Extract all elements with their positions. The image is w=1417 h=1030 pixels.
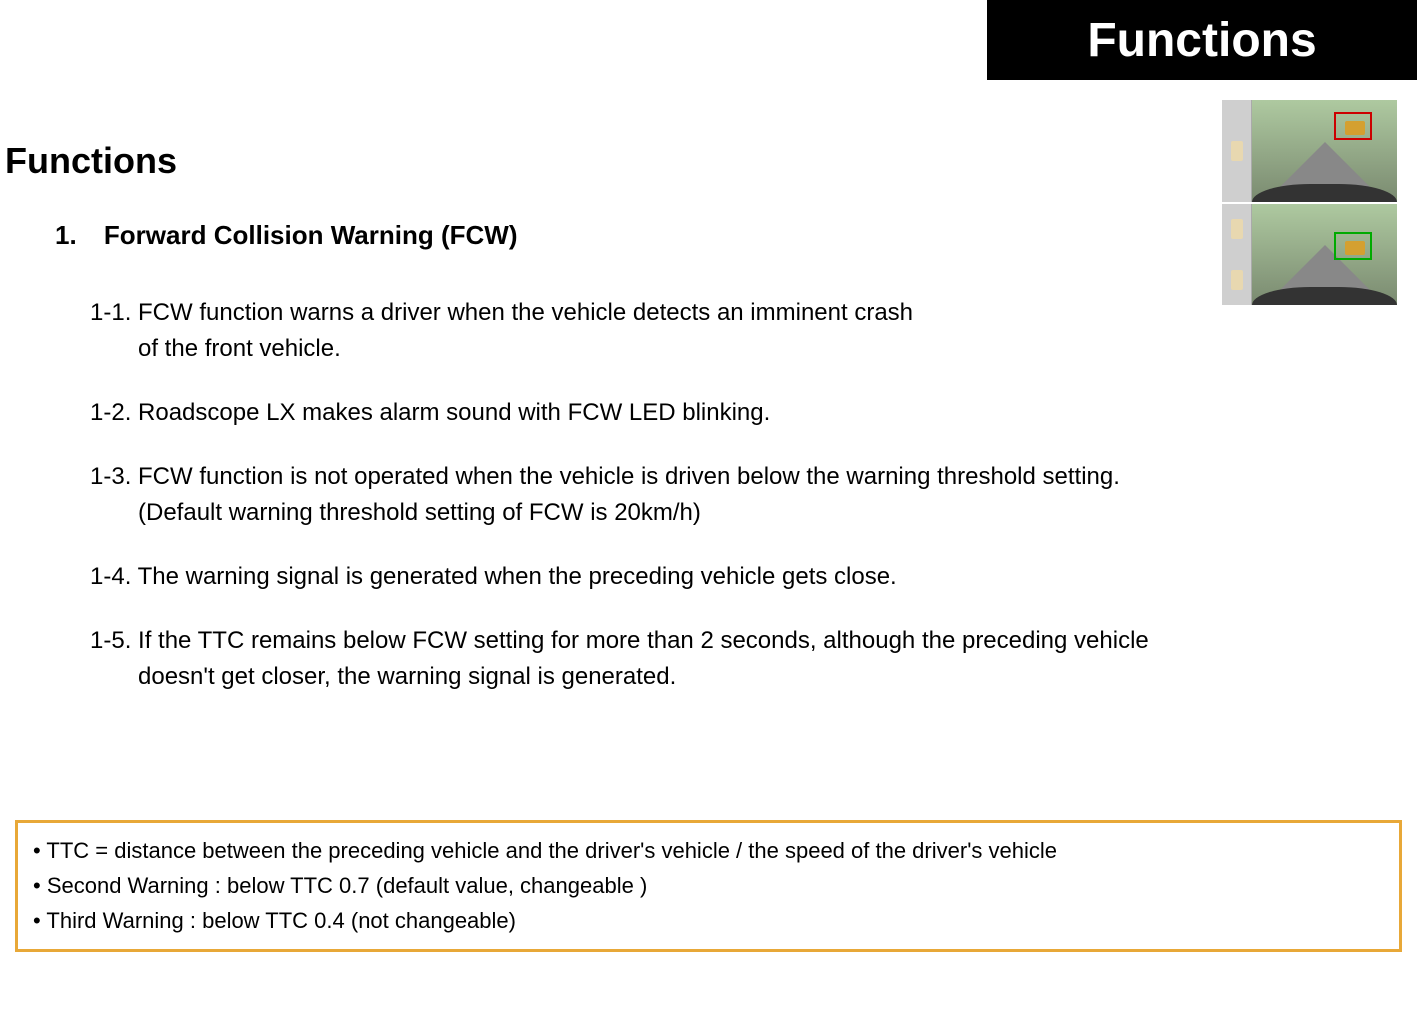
vehicle-icon [1345,241,1365,255]
fcw-scene-danger [1222,100,1397,202]
item-1-3: 1-3. FCW function is not operated when t… [90,459,1397,531]
header-banner: Functions [987,0,1417,80]
lane-car-icon [1231,270,1243,290]
fcw-illustration [1222,100,1397,305]
lane-car-icon [1231,141,1243,161]
lane-overhead [1222,100,1252,202]
header-banner-text: Functions [1087,13,1316,68]
item-1-4: 1-4. The warning signal is generated whe… [90,559,1397,595]
item-1-1-cont: of the front vehicle. [90,331,1397,367]
vehicle-icon [1345,121,1365,135]
info-line-ttc: • TTC = distance between the preceding v… [33,833,1384,868]
item-1-3-cont: (Default warning threshold setting of FC… [90,495,1397,531]
detection-box-red-icon [1334,112,1372,140]
item-1-1: 1-1. FCW function warns a driver when th… [90,295,1397,367]
detection-box-green-icon [1334,232,1372,260]
section-title: Functions [5,140,177,182]
subsection-text: Forward Collision Warning (FCW) [104,220,518,250]
item-1-5-cont: doesn't get closer, the warning signal i… [90,659,1397,695]
info-line-third-warning: • Third Warning : below TTC 0.4 (not cha… [33,903,1384,938]
ttc-info-box: • TTC = distance between the preceding v… [15,820,1402,952]
subsection-number: 1. [55,220,77,251]
lane-car-icon [1231,219,1243,239]
forward-view [1252,100,1397,202]
content-area: 1-1. FCW function warns a driver when th… [90,295,1397,723]
info-line-second-warning: • Second Warning : below TTC 0.7 (defaul… [33,868,1384,903]
lane-overhead [1222,204,1252,306]
item-1-3-text: 1-3. FCW function is not operated when t… [90,459,1397,495]
item-1-2: 1-2. Roadscope LX makes alarm sound with… [90,395,1397,431]
item-1-1-text: 1-1. FCW function warns a driver when th… [90,295,1397,331]
item-1-5: 1-5. If the TTC remains below FCW settin… [90,623,1397,695]
subsection-title: 1. Forward Collision Warning (FCW) [55,220,517,251]
fcw-scene-safe [1222,204,1397,306]
forward-view [1252,204,1397,306]
item-1-5-text: 1-5. If the TTC remains below FCW settin… [90,623,1397,659]
